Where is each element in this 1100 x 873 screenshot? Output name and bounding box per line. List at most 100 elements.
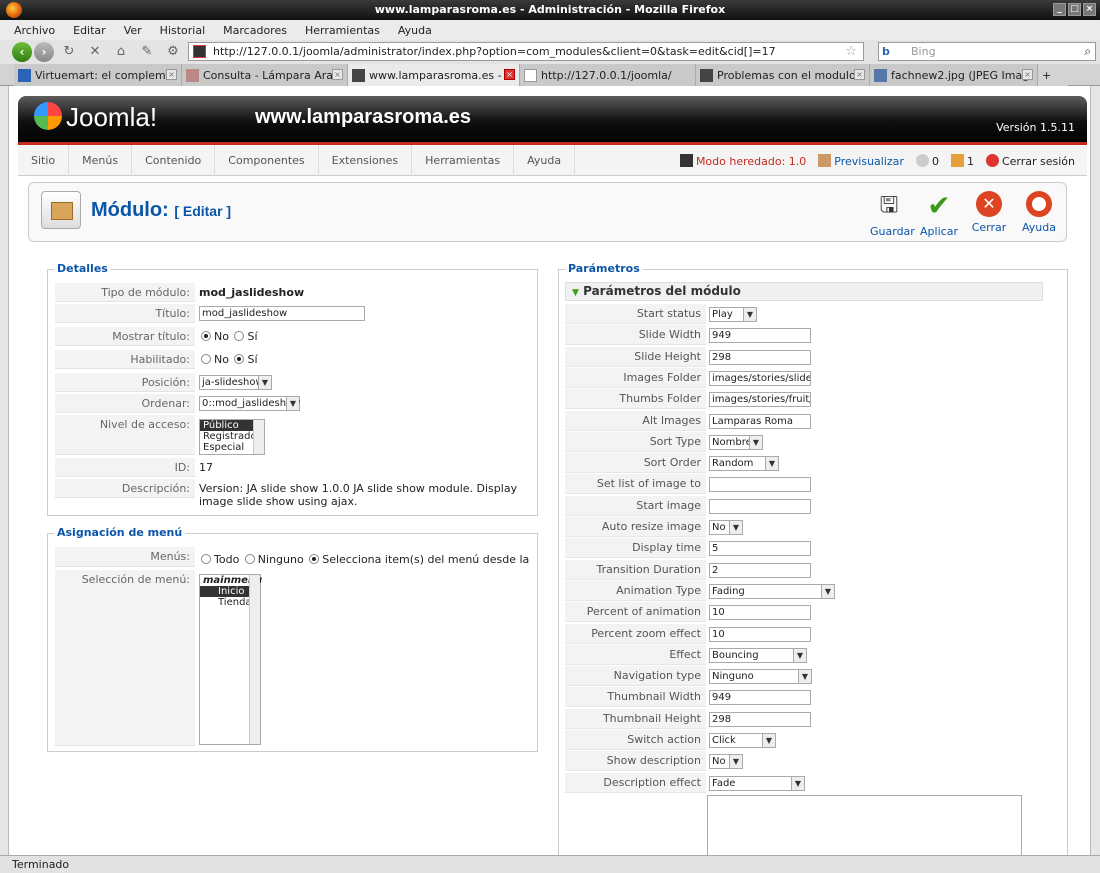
admin-menu-ayuda[interactable]: Ayuda	[514, 144, 576, 176]
enabled-yes-radio[interactable]	[234, 354, 245, 364]
tab-localhost[interactable]: http://127.0.0.1/joomla/	[520, 64, 696, 86]
position-select[interactable]: ja-slideshow ▼	[199, 375, 272, 390]
param-select[interactable]: Fade ▼	[709, 775, 805, 791]
show-title-no-radio[interactable]	[201, 331, 211, 341]
param-value: 298	[712, 351, 732, 363]
param-input[interactable]: 10	[709, 605, 811, 621]
search-engine-icon[interactable]: b	[882, 45, 906, 58]
param-row: Sort Type Nombre ▼	[565, 431, 1043, 453]
tools-icon[interactable]: ✎	[138, 43, 156, 61]
tab-fachnew2[interactable]: fachnew2.jpg (JPEG Image... ×	[870, 64, 1038, 86]
param-select[interactable]: Play ▼	[709, 307, 757, 322]
stop-icon[interactable]: ✕	[86, 43, 104, 61]
apply-button[interactable]: ✔ Aplicar	[920, 189, 958, 239]
param-input[interactable]: 949	[709, 328, 811, 344]
param-select[interactable]: No ▼	[709, 520, 743, 535]
url-bar[interactable]: http://127.0.0.1/joomla/administrator/in…	[188, 42, 864, 61]
param-input[interactable]: 298	[709, 711, 811, 727]
help-button[interactable]: Ayuda	[1020, 191, 1058, 238]
title-input[interactable]: mod_jaslideshow	[199, 306, 365, 321]
tab-close-icon[interactable]: ×	[854, 69, 865, 80]
home-icon[interactable]: ⌂	[112, 43, 130, 61]
messages-count[interactable]: 0	[915, 153, 939, 168]
site-name: www.lamparasroma.es	[255, 106, 472, 128]
param-label: Auto resize image	[565, 517, 706, 537]
show-title-yes-radio[interactable]	[234, 331, 245, 341]
admin-menu-menus[interactable]: Menús	[69, 144, 133, 176]
param-input[interactable]	[709, 477, 811, 493]
tab-consulta[interactable]: Consulta - Lámpara Arava... ×	[182, 64, 348, 86]
tab-virtuemart[interactable]: Virtuemart: el complemen... ×	[14, 64, 182, 86]
menus-all-radio[interactable]	[201, 554, 211, 564]
tab-lamparasroma[interactable]: www.lamparasroma.es - ... ×	[348, 64, 520, 86]
access-scrollbar[interactable]	[253, 420, 264, 454]
save-button[interactable]: 🖫 Guardar	[870, 191, 915, 238]
menu-editar[interactable]: Editar	[73, 24, 106, 37]
search-input[interactable]: b Bing ⌕	[878, 42, 1096, 61]
bookmark-star-icon[interactable]: ☆	[845, 43, 857, 60]
search-icon[interactable]: ⌕	[1084, 43, 1091, 60]
param-input[interactable]: 298	[709, 349, 811, 365]
admin-menu-extensiones[interactable]: Extensiones	[319, 144, 413, 176]
tab-close-icon[interactable]: ×	[332, 69, 343, 80]
order-select[interactable]: 0::mod_jaslideshow ▼	[199, 396, 300, 411]
checkmark-icon: ✔	[927, 189, 951, 222]
admin-menu-herramientas[interactable]: Herramientas	[412, 144, 515, 176]
forward-button[interactable]: ›	[34, 42, 54, 62]
menu-archivo[interactable]: Archivo	[14, 24, 55, 37]
users-count[interactable]: 1	[950, 153, 974, 168]
vertical-scrollbar[interactable]	[1090, 86, 1100, 855]
maximize-button[interactable]: □	[1068, 3, 1081, 16]
addon-icon[interactable]: ⚙	[164, 43, 182, 61]
preview-link[interactable]: Previsualizar	[818, 153, 904, 168]
param-select[interactable]: Click ▼	[709, 733, 776, 748]
description-textarea[interactable]	[707, 795, 1022, 855]
menus-select-radio[interactable]	[309, 554, 320, 564]
param-select[interactable]: No ▼	[709, 754, 743, 770]
menu-marcadores[interactable]: Marcadores	[223, 24, 287, 37]
logout-link[interactable]: Cerrar sesión	[985, 153, 1075, 168]
new-tab-button[interactable]: +	[1038, 64, 1068, 86]
tab-problemas[interactable]: Problemas con el modulo ... ×	[696, 64, 870, 86]
access-listbox[interactable]: Público Registrado Especial	[199, 419, 265, 455]
param-select[interactable]: Random ▼	[709, 456, 779, 472]
param-input[interactable]: Lamparas Roma	[709, 413, 811, 429]
param-input[interactable]: 2	[709, 562, 811, 578]
param-input[interactable]	[709, 498, 811, 514]
menu-ver[interactable]: Ver	[124, 24, 142, 37]
param-label: Slide Height	[565, 346, 706, 367]
param-input[interactable]: images/stories/slideshow	[709, 370, 811, 386]
reload-icon[interactable]: ↻	[60, 43, 78, 61]
module-params-header[interactable]: ▼ Parámetros del módulo	[565, 282, 1043, 301]
menu-herramientas[interactable]: Herramientas	[305, 24, 380, 37]
menus-none-radio[interactable]	[244, 554, 255, 564]
chevron-down-icon: ▼	[729, 521, 742, 534]
param-row: Show description No ▼	[565, 751, 1043, 772]
param-row: Percent zoom effect 10	[565, 623, 1043, 645]
admin-menu-componentes[interactable]: Componentes	[215, 144, 319, 176]
menu-selection-listbox[interactable]: mainmenu Inicio Tienda	[199, 574, 262, 745]
back-button[interactable]: ‹	[12, 42, 32, 62]
close-button[interactable]: ✕ Cerrar	[970, 191, 1008, 238]
tab-close-icon[interactable]: ×	[1022, 69, 1033, 80]
menu-historial[interactable]: Historial	[160, 24, 205, 37]
param-input[interactable]: 949	[709, 690, 811, 706]
tab-close-icon[interactable]: ×	[504, 69, 515, 80]
menu-selection-scrollbar[interactable]	[249, 575, 260, 744]
access-row: Nivel de acceso: Público Registrado Espe…	[55, 415, 537, 455]
floppy-disk-icon: 🖫	[879, 193, 899, 218]
param-select[interactable]: Ninguno ▼	[709, 669, 812, 685]
tab-close-icon[interactable]: ×	[166, 69, 177, 80]
enabled-no-radio[interactable]	[201, 354, 211, 364]
admin-menu-contenido[interactable]: Contenido	[132, 144, 216, 176]
minimize-button[interactable]: _	[1053, 3, 1066, 16]
param-input[interactable]: images/stories/fruit/thum	[709, 392, 811, 408]
menu-ayuda[interactable]: Ayuda	[398, 24, 432, 37]
param-input[interactable]: 10	[709, 626, 811, 642]
close-window-button[interactable]: ×	[1083, 3, 1096, 16]
admin-menu-sitio[interactable]: Sitio	[18, 144, 70, 176]
param-select[interactable]: Bouncing ▼	[709, 647, 807, 663]
param-input[interactable]: 5	[709, 541, 811, 557]
param-select[interactable]: Nombre ▼	[709, 434, 763, 450]
param-select[interactable]: Fading ▼	[709, 583, 835, 599]
